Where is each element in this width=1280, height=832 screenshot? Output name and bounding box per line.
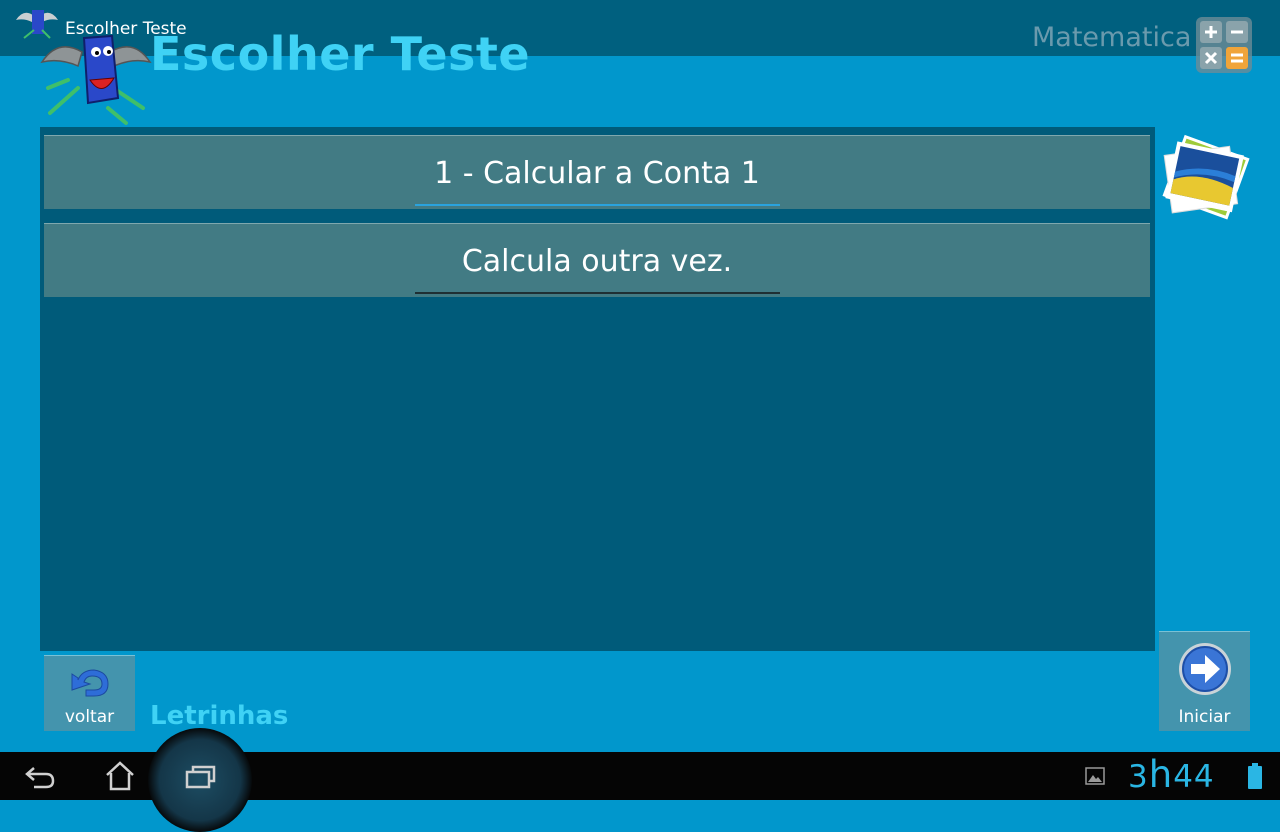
photo-gallery-icon[interactable]	[1158, 134, 1252, 226]
test-list-panel: 1 - Calcular a Conta 1 Calcula outra vez…	[40, 127, 1155, 651]
forward-arrow-icon	[1179, 643, 1231, 695]
item-underline	[415, 292, 780, 294]
recent-apps-icon[interactable]	[185, 764, 217, 790]
calculator-icon	[1196, 17, 1252, 73]
start-button[interactable]: Iniciar	[1159, 631, 1250, 731]
test-item-label: 1 - Calcular a Conta 1	[434, 156, 760, 191]
clock-separator: h	[1148, 753, 1174, 796]
start-button-label: Iniciar	[1178, 707, 1231, 727]
back-button-label: voltar	[64, 707, 115, 727]
back-nav-icon[interactable]	[24, 764, 56, 790]
battery-icon	[1248, 763, 1262, 789]
home-nav-icon[interactable]	[104, 760, 136, 792]
test-list-item[interactable]: 1 - Calcular a Conta 1	[44, 135, 1150, 209]
app-icon	[16, 10, 58, 39]
undo-arrow-icon	[71, 669, 109, 697]
test-list-item[interactable]: Calcula outra vez.	[44, 223, 1150, 297]
subject-label: Matematica	[1032, 22, 1192, 53]
selected-underline	[415, 204, 780, 206]
clock-hour: 3	[1128, 759, 1149, 795]
status-clock: 3h44	[1128, 755, 1215, 797]
window-title: Escolher Teste	[65, 19, 187, 39]
gallery-notification-icon[interactable]	[1085, 767, 1105, 785]
test-item-label: Calcula outra vez.	[461, 244, 733, 279]
category-label: Letrinhas	[150, 701, 289, 731]
clock-minutes: 44	[1173, 759, 1215, 795]
page-title: Escolher Teste	[150, 27, 531, 81]
back-button[interactable]: voltar	[44, 655, 135, 731]
